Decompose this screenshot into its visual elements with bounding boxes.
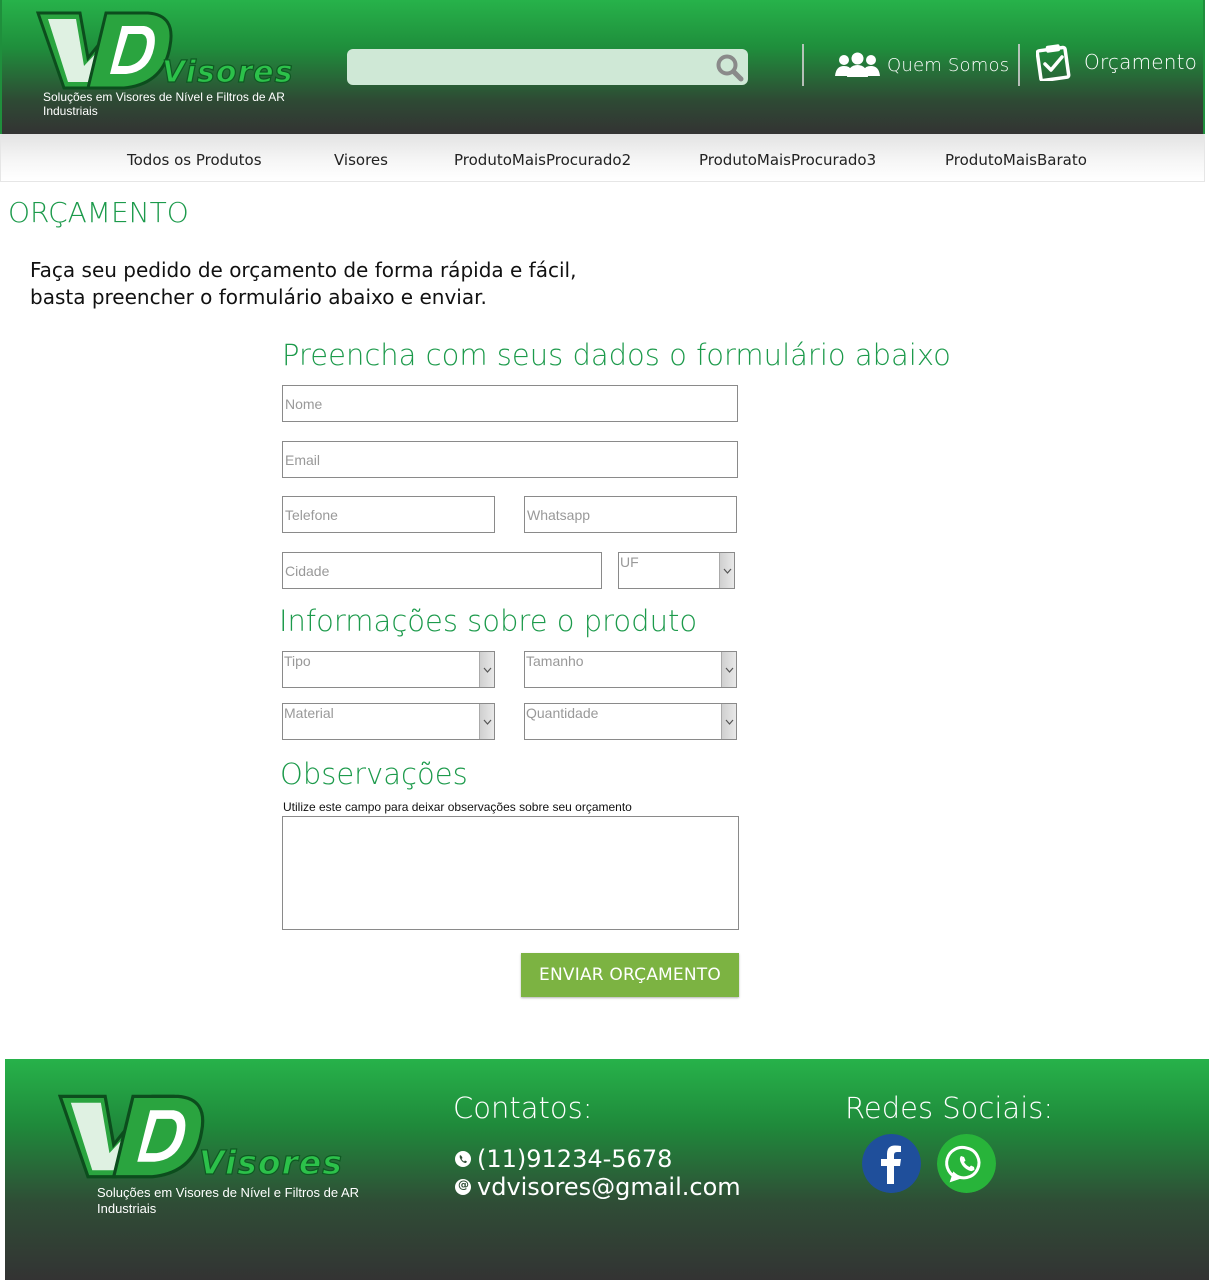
- chevron-down-icon: [721, 652, 736, 687]
- users-icon: [835, 52, 880, 77]
- footer-logo[interactable]: Visores Soluções em Visores de Nível e F…: [58, 1093, 398, 1223]
- tipo-select-value: Tipo: [284, 653, 311, 669]
- vd-logo-mark: [36, 11, 173, 90]
- submit-button[interactable]: ENVIAR ORÇAMENTO: [521, 953, 739, 997]
- material-select[interactable]: Material: [282, 703, 495, 740]
- facebook-icon[interactable]: [862, 1134, 921, 1193]
- quantidade-select[interactable]: Quantidade: [524, 703, 737, 740]
- category-todos-os-produtos[interactable]: Todos os Produtos: [127, 151, 262, 169]
- contact-email-text: vdvisores@gmail.com: [477, 1173, 741, 1201]
- product-info-title: Informações sobre o produto: [279, 604, 698, 638]
- social-title: Redes Sociais:: [845, 1091, 1054, 1125]
- page-title: ORÇAMENTO: [8, 196, 189, 229]
- category-bar: Todos os Produtos Visores ProdutoMaisPro…: [0, 134, 1205, 182]
- uf-select-value: UF: [620, 554, 639, 570]
- chevron-down-icon: [721, 704, 736, 739]
- nome-field: [282, 385, 738, 422]
- observacoes-hint: Utilize este campo para deixar observaçõ…: [283, 800, 632, 814]
- contact-phone-text: (11)91234-5678: [477, 1145, 673, 1173]
- nav-orcamento-label: Orçamento: [1084, 50, 1198, 74]
- chevron-down-icon: [719, 553, 734, 588]
- cidade-field: [282, 552, 602, 589]
- email-field: [282, 441, 738, 478]
- quantidade-select-value: Quantidade: [526, 705, 599, 721]
- footer-brand-tagline: Soluções em Visores de Nível e Filtros d…: [97, 1185, 360, 1216]
- site-header: Visores Soluções em Visores de Nível e F…: [0, 0, 1205, 134]
- header-divider-2: [1018, 44, 1020, 86]
- search-bar: [347, 49, 748, 85]
- vd-logo-mark: [58, 1094, 205, 1179]
- whatsapp-input[interactable]: [525, 497, 736, 532]
- nav-quem-somos[interactable]: Quem Somos: [834, 50, 1009, 80]
- material-select-value: Material: [284, 705, 334, 721]
- cidade-input[interactable]: [283, 553, 601, 588]
- nav-quem-somos-label: Quem Somos: [887, 54, 1010, 76]
- brand-tagline: Soluções em Visores de Nível e Filtros d…: [43, 90, 285, 118]
- observacoes-title: Observações: [280, 757, 468, 791]
- telefone-input[interactable]: [283, 497, 494, 532]
- footer-brand-name: Visores: [198, 1142, 343, 1182]
- tamanho-select[interactable]: Tamanho: [524, 651, 737, 688]
- email-input[interactable]: [283, 442, 737, 477]
- chevron-down-icon: [479, 704, 494, 739]
- contacts-title: Contatos:: [453, 1091, 593, 1125]
- contact-email[interactable]: @ vdvisores@gmail.com: [455, 1173, 741, 1201]
- site-footer: Visores Soluções em Visores de Nível e F…: [5, 1059, 1209, 1280]
- observacoes-textarea[interactable]: [282, 816, 739, 930]
- tipo-select[interactable]: Tipo: [282, 651, 495, 688]
- header-logo[interactable]: Visores Soluções em Visores de Nível e F…: [36, 10, 306, 120]
- search-icon[interactable]: [714, 52, 744, 82]
- telefone-field: [282, 496, 495, 533]
- phone-icon: [455, 1151, 471, 1167]
- category-visores[interactable]: Visores: [334, 151, 388, 169]
- clipboard-check-icon: [1036, 44, 1071, 81]
- category-produto-mais-procurado-2[interactable]: ProdutoMaisProcurado2: [454, 151, 631, 169]
- nav-orcamento[interactable]: Orçamento: [1036, 42, 1197, 82]
- chevron-down-icon: [479, 652, 494, 687]
- uf-select[interactable]: UF: [618, 552, 735, 589]
- whatsapp-field: [524, 496, 737, 533]
- category-produto-mais-procurado-3[interactable]: ProdutoMaisProcurado3: [699, 151, 876, 169]
- search-input[interactable]: [347, 49, 707, 85]
- nome-input[interactable]: [283, 386, 737, 421]
- tamanho-select-value: Tamanho: [526, 653, 584, 669]
- contact-phone[interactable]: (11)91234-5678: [455, 1145, 672, 1173]
- intro-text: Faça seu pedido de orçamento de forma rá…: [30, 258, 577, 309]
- whatsapp-icon[interactable]: [937, 1134, 996, 1193]
- category-produto-mais-barato[interactable]: ProdutoMaisBarato: [945, 151, 1087, 169]
- at-icon: @: [455, 1178, 471, 1195]
- header-divider: [802, 44, 804, 86]
- personal-data-title: Preencha com seus dados o formulário aba…: [282, 338, 951, 372]
- brand-name: Visores: [161, 54, 294, 90]
